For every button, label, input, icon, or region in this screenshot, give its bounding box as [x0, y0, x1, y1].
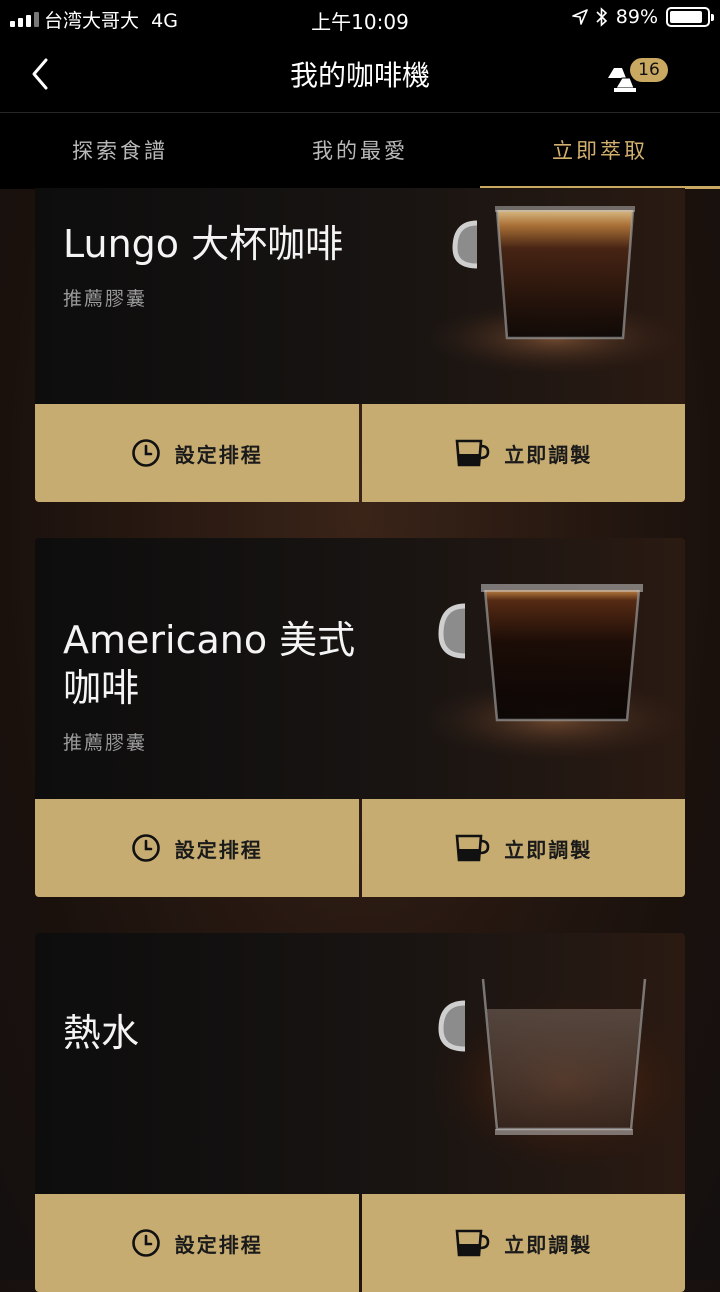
brew-now-button[interactable]: 立即調製: [361, 1194, 685, 1292]
recipe-actions: 設定排程 立即調製: [35, 799, 685, 897]
recipe-card-lungo[interactable]: Lungo 大杯咖啡 推薦膠囊 設定排程 立即調製: [35, 188, 685, 503]
battery-icon: [666, 7, 714, 27]
capsule-counter-button[interactable]: 16: [604, 58, 670, 94]
recipe-hero: Americano 美式咖啡 推薦膠囊: [35, 538, 685, 799]
recipe-subtitle: 推薦膠囊: [63, 288, 148, 310]
status-bar: 台湾大哥大 4G 上午10:09 89%: [0, 0, 720, 36]
tab-my-favorites[interactable]: 我的最愛: [240, 113, 480, 189]
hot-water-cup-image: [425, 978, 685, 1173]
cup-icon: [455, 1229, 490, 1257]
americano-cup-image: [420, 584, 685, 760]
brew-label: 立即調製: [504, 1232, 593, 1257]
cup-icon: [455, 834, 490, 862]
clock-icon: [131, 1229, 160, 1257]
navigation-bar: 我的咖啡機 16: [0, 36, 720, 112]
schedule-button[interactable]: 設定排程: [35, 404, 359, 502]
cup-icon: [455, 439, 490, 467]
brew-now-button[interactable]: 立即調製: [361, 404, 685, 502]
brew-label: 立即調製: [504, 837, 593, 862]
bluetooth-icon: [596, 7, 607, 27]
recipe-actions: 設定排程 立即調製: [35, 1194, 685, 1292]
schedule-label: 設定排程: [174, 837, 263, 862]
battery-percent: 89%: [615, 6, 658, 28]
tab-explore-recipes[interactable]: 探索食譜: [0, 113, 240, 189]
tab-bar: 探索食譜 我的最愛 立即萃取: [0, 112, 720, 189]
lungo-cup-image: [425, 206, 685, 374]
schedule-button[interactable]: 設定排程: [35, 799, 359, 897]
recipe-card-americano[interactable]: Americano 美式咖啡 推薦膠囊 設定排程 立即調製: [35, 538, 685, 898]
recipe-subtitle: 推薦膠囊: [63, 732, 148, 754]
schedule-label: 設定排程: [174, 442, 263, 467]
recipe-hero: 熱水: [35, 933, 685, 1194]
clock-icon: [131, 439, 160, 467]
capsule-count-badge: 16: [630, 58, 668, 82]
tab-brew-now[interactable]: 立即萃取: [480, 113, 720, 189]
recipe-name: 熱水: [63, 1011, 140, 1055]
recipe-card-hot-water[interactable]: 熱水 設定排程 立即調製: [35, 933, 685, 1292]
schedule-button[interactable]: 設定排程: [35, 1194, 359, 1292]
brew-label: 立即調製: [504, 442, 593, 467]
brew-now-button[interactable]: 立即調製: [361, 799, 685, 897]
clock-icon: [131, 834, 160, 862]
recipe-hero: Lungo 大杯咖啡 推薦膠囊: [35, 188, 685, 404]
recipe-name: Americano 美式咖啡: [63, 618, 356, 710]
schedule-label: 設定排程: [174, 1232, 263, 1257]
recipe-actions: 設定排程 立即調製: [35, 404, 685, 502]
recipe-name: Lungo 大杯咖啡: [63, 222, 344, 266]
location-arrow-icon: [571, 9, 588, 25]
